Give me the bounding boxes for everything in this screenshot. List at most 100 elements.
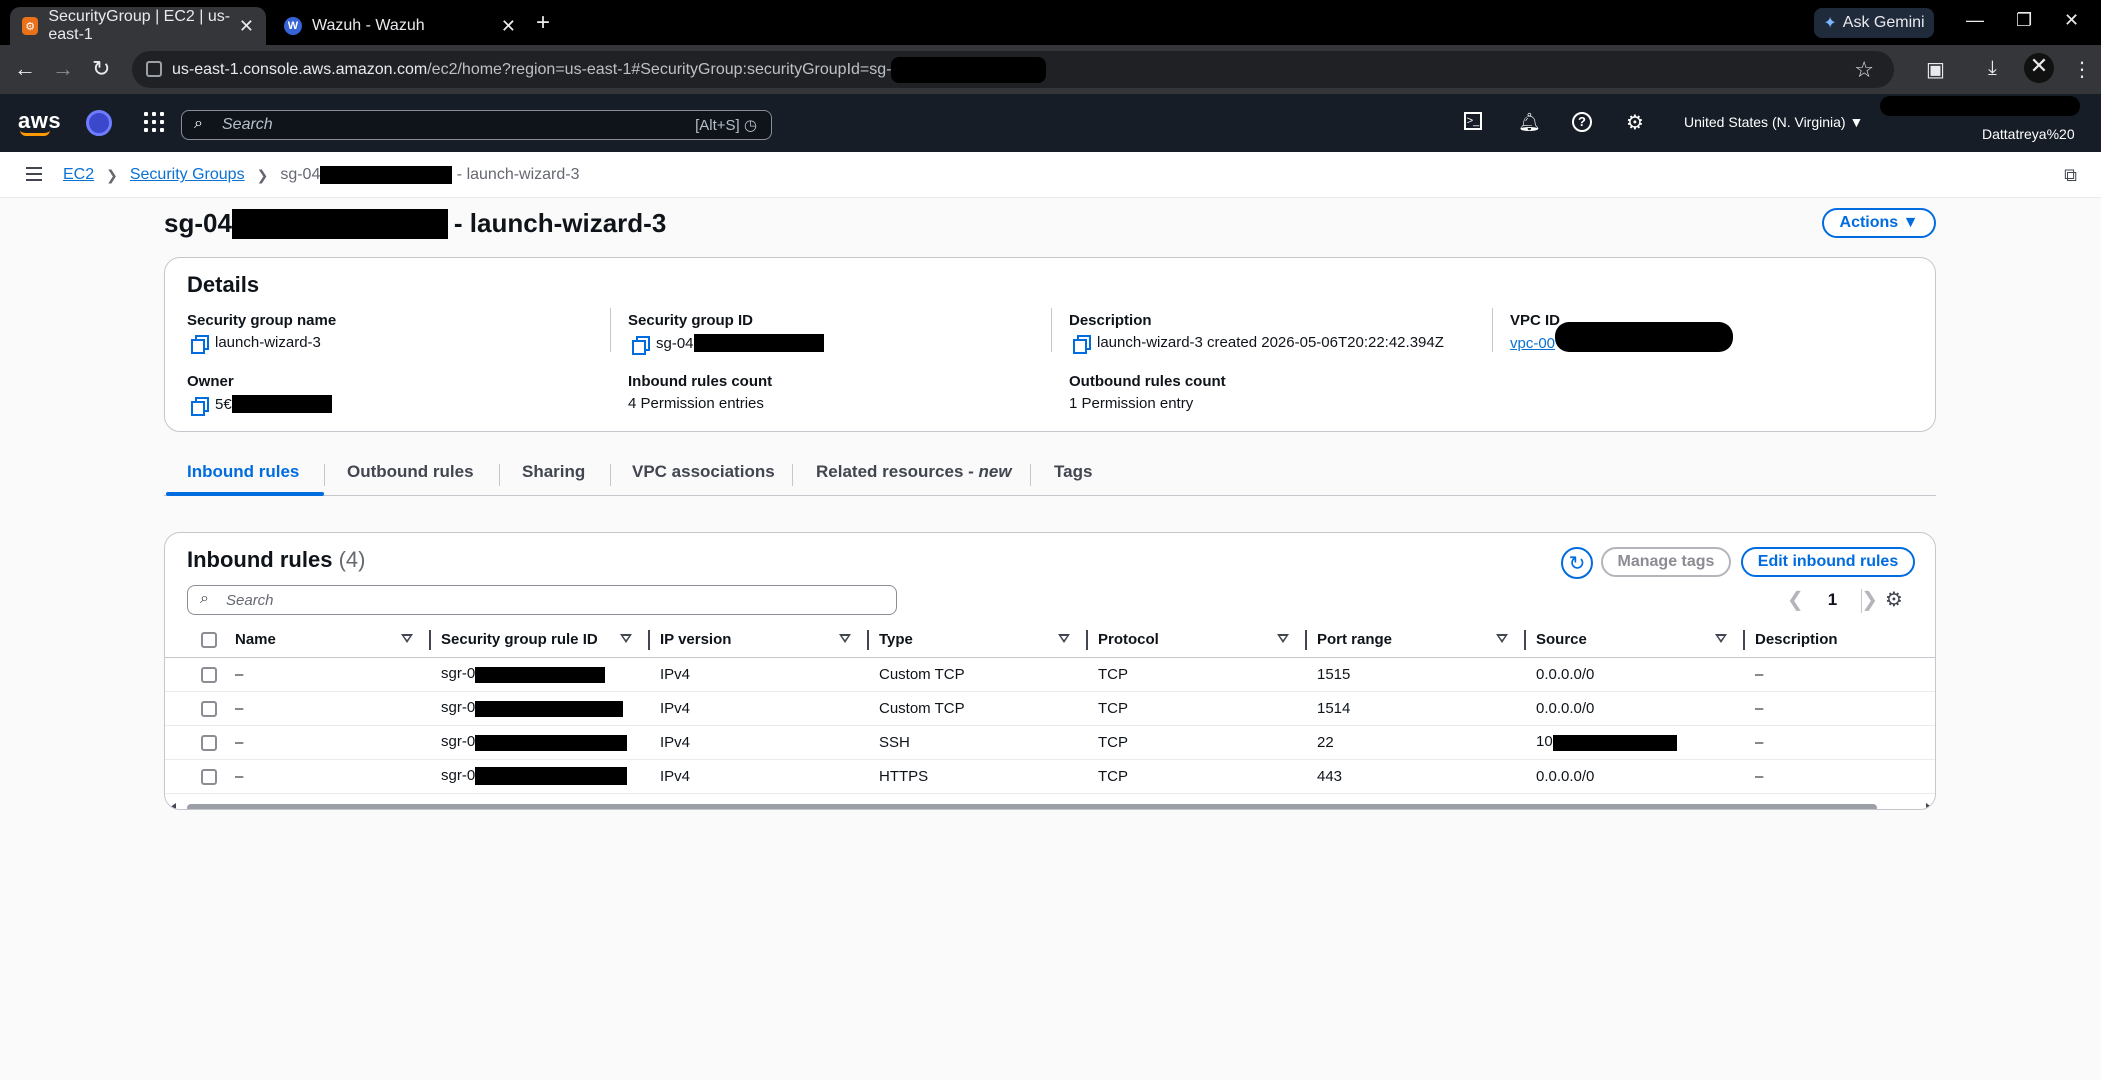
reload-icon[interactable]: ↻ bbox=[92, 56, 110, 82]
amazon-q-icon[interactable] bbox=[86, 110, 112, 136]
cell-ip-version: IPv4 bbox=[650, 759, 869, 794]
vpc-id-link[interactable]: vpc-00 bbox=[1510, 335, 1555, 352]
column-header-label: Type bbox=[879, 631, 913, 649]
search-icon: ⌕ bbox=[200, 590, 209, 607]
actions-button[interactable]: Actions ▼ bbox=[1822, 208, 1936, 238]
settings-gear-icon[interactable]: ⚙ bbox=[1626, 110, 1644, 135]
region-selector[interactable]: United States (N. Virginia) ▼ bbox=[1684, 114, 1863, 130]
cell-type: Custom TCP bbox=[869, 657, 1088, 692]
column-header-port-range[interactable]: Port range bbox=[1307, 623, 1526, 658]
redacted-block bbox=[231, 208, 448, 239]
forward-icon[interactable]: → bbox=[52, 56, 74, 82]
column-header-source[interactable]: Source bbox=[1526, 623, 1745, 658]
manage-tags-button[interactable]: Manage tags bbox=[1601, 547, 1731, 577]
copy-icon[interactable] bbox=[1073, 335, 1091, 354]
copy-icon[interactable] bbox=[632, 335, 650, 355]
tab-related-resources[interactable]: Related resources - new bbox=[816, 462, 1012, 482]
table-row[interactable]: – sgr-0 IPv4 SSH TCP 22 10 – bbox=[165, 725, 1935, 760]
cell-rule-id: sgr-0 bbox=[431, 691, 650, 726]
column-header-label: Description bbox=[1755, 631, 1838, 649]
tab-inbound-rules[interactable]: Inbound rules bbox=[187, 462, 299, 482]
table-preferences-gear-icon[interactable]: ⚙ bbox=[1885, 587, 1903, 612]
related-label: Related resources - bbox=[816, 462, 979, 481]
edit-inbound-rules-button[interactable]: Edit inbound rules bbox=[1741, 547, 1915, 577]
redacted-block bbox=[475, 767, 628, 786]
scroll-right-icon[interactable] bbox=[1926, 803, 1933, 809]
select-all-cell bbox=[165, 623, 225, 658]
hamburger-menu-icon[interactable] bbox=[26, 167, 42, 181]
copy-icon[interactable] bbox=[191, 335, 209, 354]
close-icon[interactable]: ✕ bbox=[501, 16, 516, 37]
tab-divider bbox=[499, 464, 500, 486]
shortcut-label: [Alt+S] bbox=[695, 117, 740, 134]
column-divider bbox=[610, 308, 611, 352]
column-header-ip-version[interactable]: IP version bbox=[650, 623, 869, 658]
breadcrumb-ec2[interactable]: EC2 bbox=[63, 166, 94, 184]
site-info-icon[interactable] bbox=[146, 61, 162, 77]
help-icon[interactable]: ? bbox=[1572, 112, 1592, 132]
aws-logo[interactable]: aws bbox=[18, 108, 61, 136]
search-icon: ⌕ bbox=[194, 115, 203, 132]
download-icon[interactable]: ⤓ bbox=[1988, 57, 1997, 80]
ask-gemini-button[interactable]: ✦ Ask Gemini bbox=[1814, 8, 1934, 38]
account-menu[interactable]: Dattatreya%20 bbox=[1982, 126, 2075, 142]
tab-outbound-rules[interactable]: Outbound rules bbox=[347, 462, 474, 482]
profile-avatar-icon[interactable]: ✕ bbox=[2024, 53, 2054, 83]
description-value: launch-wizard-3 created 2026-05-06T20:22… bbox=[1069, 334, 1444, 354]
new-tab-icon[interactable]: + bbox=[536, 9, 550, 37]
tab-divider bbox=[610, 464, 611, 486]
minimize-icon[interactable]: — bbox=[1966, 10, 1984, 31]
close-icon[interactable]: ✕ bbox=[239, 16, 254, 37]
column-header-description[interactable]: Description bbox=[1745, 623, 1935, 658]
browser-tab-ec2[interactable]: ⚙ SecurityGroup | EC2 | us-east-1 ✕ bbox=[10, 7, 266, 45]
row-checkbox[interactable] bbox=[201, 666, 217, 683]
row-checkbox[interactable] bbox=[201, 768, 217, 785]
page-number[interactable]: 1 bbox=[1828, 590, 1837, 610]
url-bar[interactable]: us-east-1.console.aws.amazon.com /ec2/ho… bbox=[132, 51, 1894, 88]
restore-icon[interactable]: ❐ bbox=[2016, 10, 2032, 31]
row-checkbox[interactable] bbox=[201, 734, 217, 751]
table-row[interactable]: – sgr-0 IPv4 HTTPS TCP 443 0.0.0.0/0 – bbox=[165, 759, 1935, 794]
scrollbar-thumb[interactable] bbox=[187, 804, 1877, 809]
row-checkbox[interactable] bbox=[201, 700, 217, 717]
redacted-block bbox=[1555, 322, 1734, 352]
row-select-cell bbox=[165, 657, 225, 692]
chevron-right-icon: ❯ bbox=[106, 166, 118, 183]
column-header-protocol[interactable]: Protocol bbox=[1088, 623, 1307, 658]
tab-divider bbox=[1030, 464, 1031, 486]
bookmark-star-icon[interactable]: ☆ bbox=[1854, 57, 1874, 83]
tab-tags[interactable]: Tags bbox=[1054, 462, 1092, 482]
split-panel-icon[interactable]: ⧉ bbox=[2064, 165, 2077, 186]
column-header-name[interactable]: Name bbox=[225, 623, 431, 658]
column-header-type[interactable]: Type bbox=[869, 623, 1088, 658]
owner-label: Owner bbox=[187, 373, 234, 390]
chevron-left-icon[interactable]: ❮ bbox=[1787, 587, 1804, 612]
cell-type: SSH bbox=[869, 725, 1088, 760]
breadcrumb-security-groups[interactable]: Security Groups bbox=[130, 166, 245, 184]
copy-icon[interactable] bbox=[191, 396, 209, 416]
table-row[interactable]: – sgr-0 IPv4 Custom TCP TCP 1514 0.0.0.0… bbox=[165, 691, 1935, 726]
tab-search-icon[interactable]: ▣ bbox=[1926, 57, 1945, 82]
menu-kebab-icon[interactable]: ⋮ bbox=[2072, 57, 2092, 82]
horizontal-scrollbar[interactable] bbox=[169, 801, 1933, 809]
column-header-rule-id[interactable]: Security group rule ID bbox=[431, 623, 650, 658]
cloudshell-icon[interactable]: >_ bbox=[1464, 112, 1482, 130]
sort-icon bbox=[1496, 634, 1508, 643]
cell-description: – bbox=[1745, 725, 1935, 760]
refresh-button[interactable]: ↻ bbox=[1561, 547, 1593, 579]
window-close-icon[interactable]: ✕ bbox=[2064, 10, 2079, 31]
inbound-rules-heading: Inbound rules (4) bbox=[187, 547, 365, 573]
chevron-right-icon[interactable]: ❯ bbox=[1861, 587, 1878, 612]
tab-sharing[interactable]: Sharing bbox=[522, 462, 585, 482]
scroll-left-icon[interactable] bbox=[169, 803, 176, 809]
notifications-bell-icon[interactable]: 🔔︎ bbox=[1518, 112, 1541, 133]
sg-id-field: Security group ID sg-04 bbox=[628, 312, 824, 355]
select-all-checkbox[interactable] bbox=[201, 632, 217, 649]
services-grid-icon[interactable] bbox=[144, 112, 164, 132]
rules-search-input[interactable]: ⌕ Search bbox=[187, 585, 897, 615]
browser-tab-wazuh[interactable]: W Wazuh - Wazuh ✕ bbox=[272, 7, 528, 45]
table-row[interactable]: – sgr-0 IPv4 Custom TCP TCP 1515 0.0.0.0… bbox=[165, 657, 1935, 692]
tab-vpc-associations[interactable]: VPC associations bbox=[632, 462, 775, 482]
aws-search-input[interactable]: ⌕ Search [Alt+S] ◷ bbox=[181, 110, 772, 140]
back-icon[interactable]: ← bbox=[14, 56, 36, 82]
